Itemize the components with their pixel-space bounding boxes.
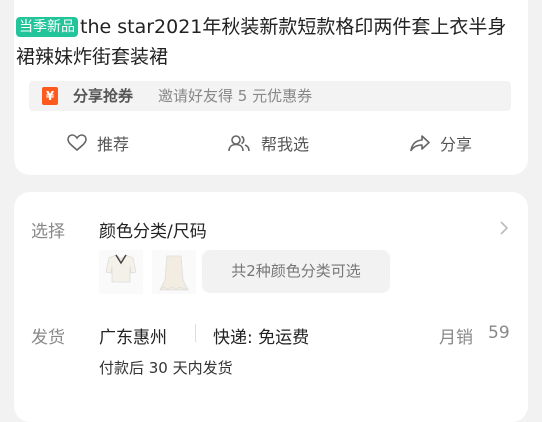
share-icon xyxy=(410,135,430,152)
coupon-icon: ¥ xyxy=(42,87,58,105)
shipping-label: 发货 xyxy=(31,328,65,348)
shipping-express: 快递: 免运费 xyxy=(213,328,310,348)
recommend-button[interactable]: 推荐 xyxy=(67,132,129,154)
select-label: 选择 xyxy=(31,222,65,242)
product-thumbnail-top[interactable] xyxy=(99,250,143,294)
product-title: 当季新品 the star2021年秋装新款短款格印两件套上衣半身裙辣妹炸街套装裙 xyxy=(16,12,516,72)
color-options-hint[interactable]: 共2种颜色分类可选 xyxy=(202,250,390,293)
help-me-choose-label: 帮我选 xyxy=(261,135,310,154)
people-icon xyxy=(228,135,250,152)
monthly-sales-label: 月销 xyxy=(439,328,473,348)
options-card xyxy=(14,192,528,422)
shipping-note: 付款后 30 天内发货 xyxy=(99,359,233,377)
share-button[interactable]: 分享 xyxy=(410,132,472,154)
share-coupon-bar[interactable]: ¥ 分享抢券 邀请好友得 5 元优惠券 xyxy=(29,81,511,111)
help-me-choose-button[interactable]: 帮我选 xyxy=(227,132,309,154)
select-value[interactable]: 颜色分类/尺码 xyxy=(99,217,207,242)
share-label: 分享 xyxy=(440,135,473,154)
product-thumbnail-skirt[interactable] xyxy=(152,250,196,294)
share-coupon-title: 分享抢券 xyxy=(73,87,134,105)
chevron-right-icon[interactable] xyxy=(499,220,509,236)
recommend-label: 推荐 xyxy=(97,135,130,154)
monthly-sales-value: 59 xyxy=(488,323,510,343)
heart-icon xyxy=(67,134,87,152)
product-title-text: the star2021年秋装新款短款格印两件套上衣半身裙辣妹炸街套装裙 xyxy=(16,16,507,68)
new-season-tag: 当季新品 xyxy=(16,17,78,37)
shipping-origin: 广东惠州 xyxy=(99,328,167,348)
share-coupon-desc: 邀请好友得 5 元优惠券 xyxy=(158,87,313,105)
divider xyxy=(195,324,196,342)
